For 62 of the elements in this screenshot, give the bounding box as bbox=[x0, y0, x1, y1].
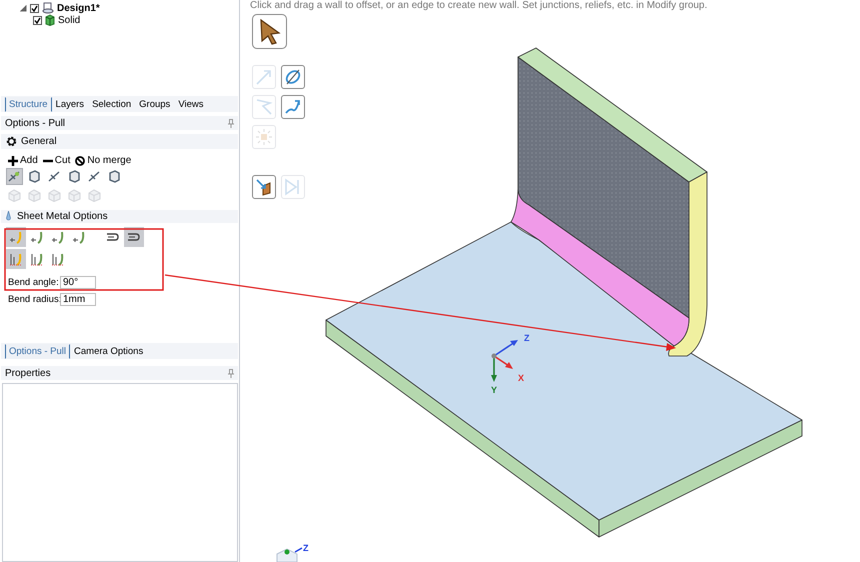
burst-icon bbox=[255, 128, 273, 146]
block-icon bbox=[88, 189, 101, 202]
pin-icon[interactable] bbox=[228, 368, 234, 378]
checkbox[interactable] bbox=[30, 4, 39, 12]
mode-option[interactable]: Cut bbox=[54, 155, 70, 166]
gear-icon bbox=[6, 136, 17, 147]
sheet-metal-button[interactable] bbox=[6, 249, 26, 269]
block-icon bbox=[68, 189, 81, 202]
tool-button[interactable] bbox=[252, 14, 287, 49]
panel-tab[interactable]: Selection bbox=[88, 96, 136, 112]
mode-option[interactable]: No merge bbox=[87, 155, 132, 166]
section-title: Sheet Metal Options bbox=[17, 211, 108, 222]
section-title: General bbox=[21, 136, 57, 147]
value-field[interactable]: 1mm bbox=[60, 292, 96, 306]
panel-tab[interactable]: Options - Pull bbox=[5, 344, 70, 358]
field-label: Bend radius: bbox=[8, 294, 60, 304]
revolve-icon bbox=[284, 68, 302, 86]
relief-icon bbox=[51, 252, 65, 266]
pin-icon[interactable] bbox=[228, 118, 234, 128]
bend-icon bbox=[51, 230, 65, 244]
sheet-metal-button[interactable] bbox=[124, 227, 144, 247]
pointer-icon bbox=[258, 18, 280, 44]
tree-item-label[interactable]: Solid bbox=[58, 14, 80, 26]
panel-tab[interactable]: Layers bbox=[52, 96, 88, 112]
mode-option[interactable]: Add bbox=[20, 155, 38, 166]
axis-label: X bbox=[518, 373, 524, 383]
checkbox[interactable] bbox=[33, 16, 42, 24]
panel-tab[interactable]: Camera Options bbox=[70, 344, 148, 358]
play-bar-icon bbox=[284, 178, 302, 196]
plus-icon bbox=[8, 156, 18, 166]
panel-title: Options - Pull bbox=[5, 118, 66, 128]
expand-toggle-icon[interactable] bbox=[20, 4, 27, 12]
cube-icon bbox=[45, 14, 55, 26]
block-icon bbox=[48, 189, 61, 202]
arrow-icon bbox=[255, 68, 273, 86]
bend-icon bbox=[30, 230, 44, 244]
panel-tab[interactable]: Structure bbox=[5, 96, 52, 112]
block-icon bbox=[8, 189, 21, 202]
axis-label: Z bbox=[524, 333, 530, 343]
box-arrow-icon bbox=[255, 178, 273, 196]
tool-button[interactable] bbox=[252, 175, 276, 199]
bend-icon bbox=[72, 230, 86, 244]
tool-button[interactable] bbox=[281, 65, 305, 89]
view-cube-drawing bbox=[276, 547, 302, 562]
bend-icon bbox=[9, 230, 23, 244]
drop-icon bbox=[6, 211, 11, 222]
curve-arrow-icon bbox=[284, 98, 302, 116]
panel-tab[interactable]: Groups bbox=[135, 96, 174, 112]
tree-item-label[interactable]: Design1* bbox=[57, 2, 100, 14]
value-field[interactable]: 90° bbox=[60, 276, 96, 288]
axis-triad-drawing bbox=[491, 340, 518, 382]
field-label: Bend angle: bbox=[8, 276, 60, 288]
panel-title: Properties bbox=[5, 368, 51, 378]
panel-tab[interactable]: Views bbox=[174, 96, 208, 112]
block-icon bbox=[28, 189, 41, 202]
no-entry-icon bbox=[75, 156, 86, 166]
relief-icon bbox=[30, 252, 44, 266]
hint-text: Click and drag a wall to offset, or an edge to create new wall. Set junctions, reliefs, etc. in Modify group. bbox=[249, 0, 708, 12]
angle-icon bbox=[255, 98, 273, 116]
axis-label: Z bbox=[303, 543, 308, 553]
axis-label: Y bbox=[491, 385, 498, 395]
relief-icon bbox=[9, 252, 23, 266]
